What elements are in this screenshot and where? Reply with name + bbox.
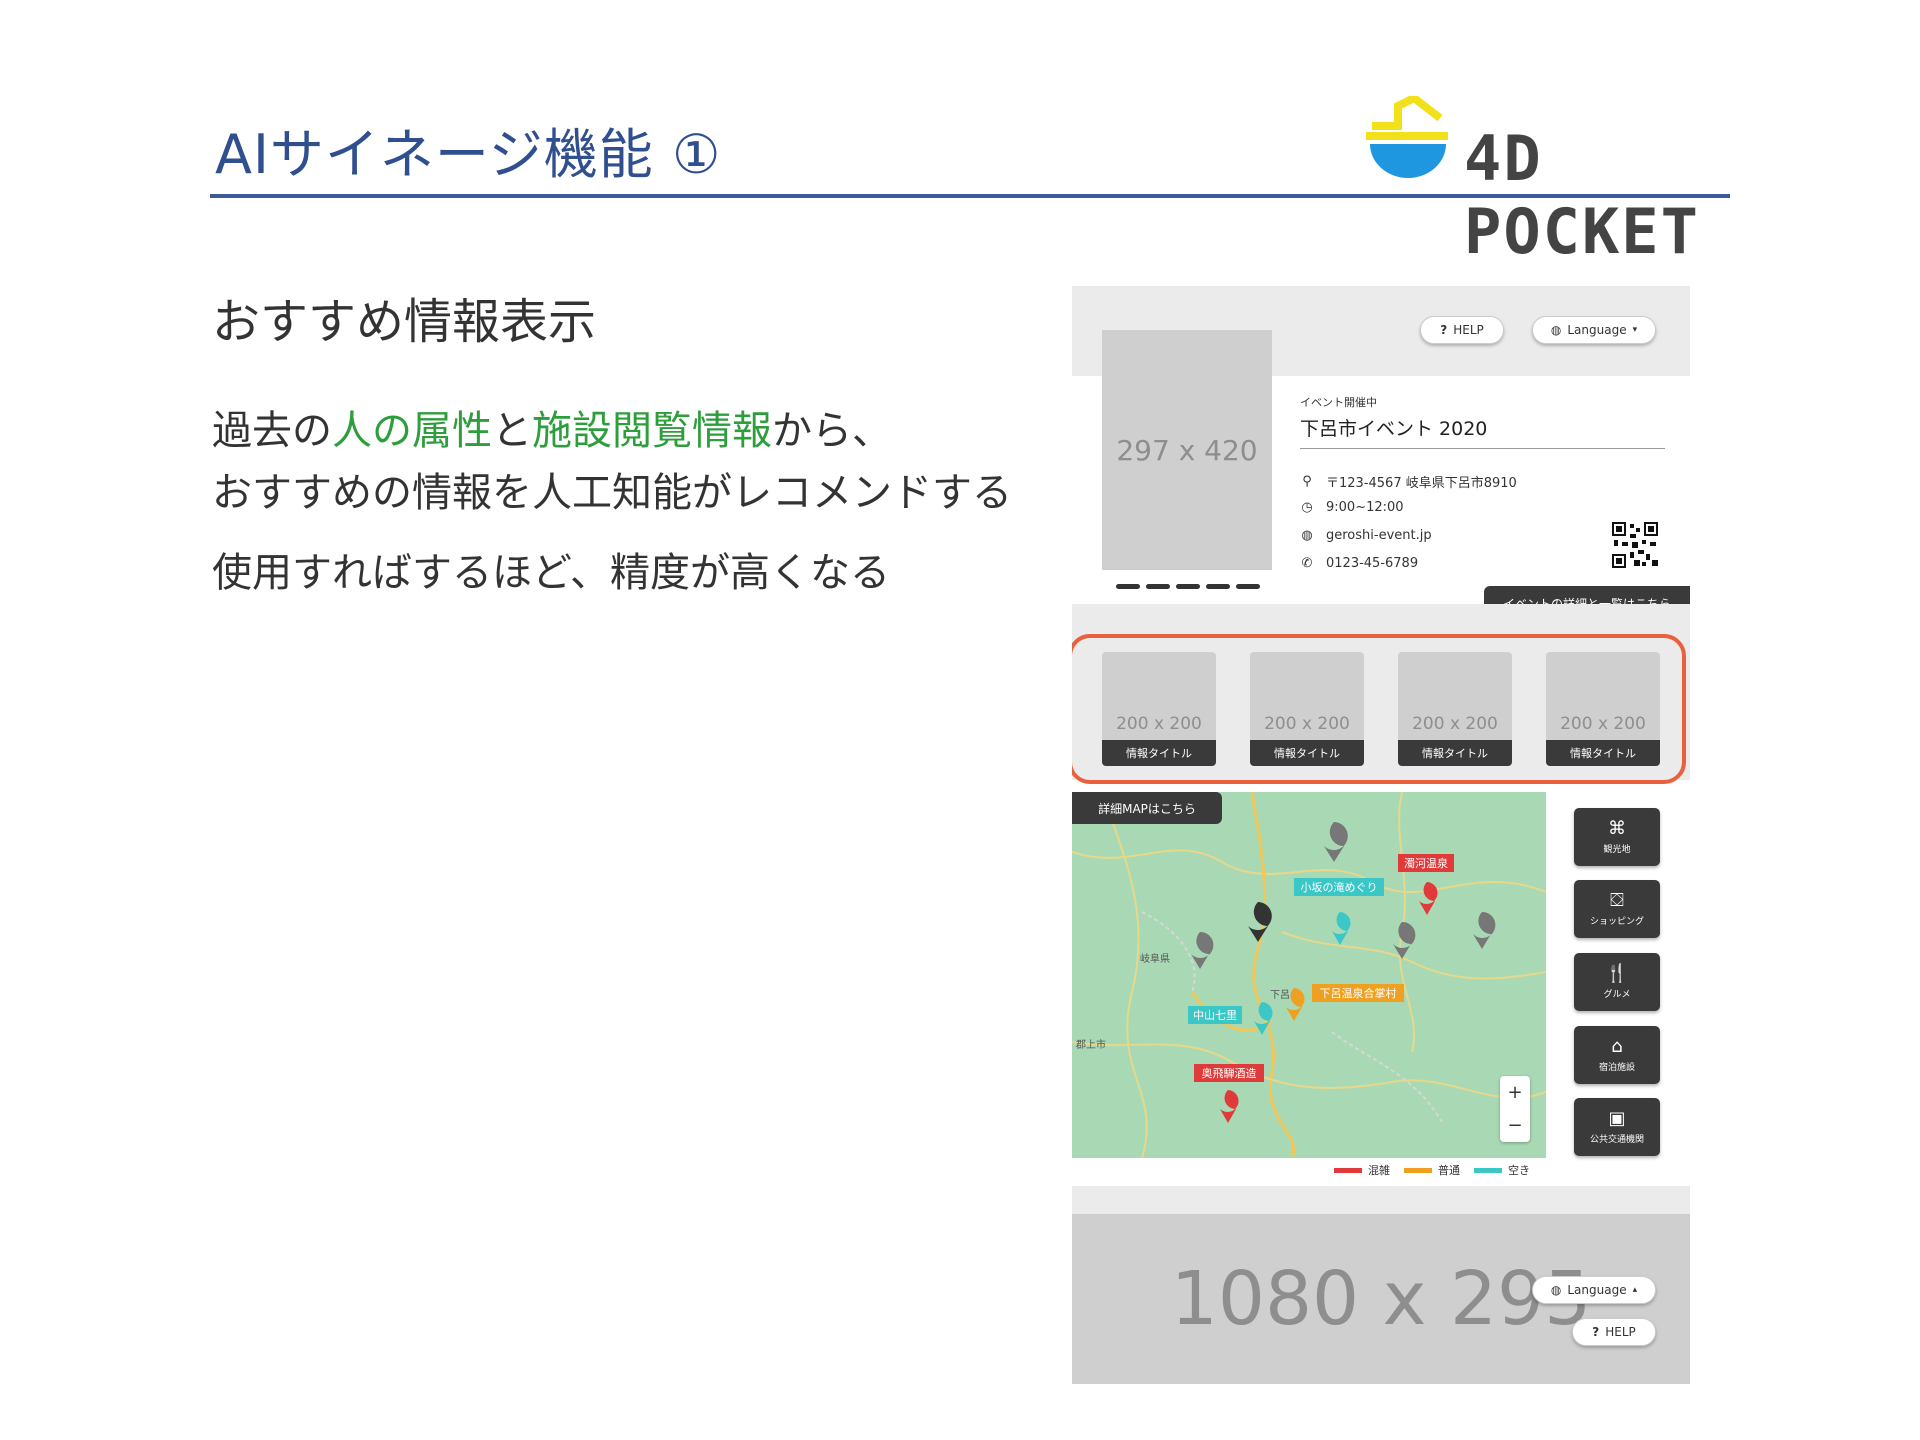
highlight-browsing: 施設閲覧情報	[532, 408, 772, 454]
map-place-gifu: 岐阜県	[1140, 952, 1170, 965]
carousel-dot[interactable]	[1206, 584, 1230, 589]
slide-title: AIサイネージ機能 ①	[215, 123, 722, 186]
category-transit-button[interactable]: ▣ 公共交通機関	[1574, 1098, 1660, 1156]
category-lodging-button[interactable]: ⌂ 宿泊施設	[1574, 1026, 1660, 1084]
carousel-dot[interactable]	[1176, 584, 1200, 589]
carousel-indicators	[1116, 584, 1260, 589]
footer-help-button[interactable]: ? HELP	[1572, 1318, 1656, 1346]
help-button[interactable]: ? HELP	[1420, 316, 1504, 344]
map-icon: ⌘	[1608, 817, 1626, 839]
map-label-kosaka[interactable]: 小坂の滝めぐり	[1301, 881, 1378, 894]
logo-wordmark: 4D POCKET	[1464, 122, 1700, 268]
phone-icon: ✆	[1301, 556, 1313, 571]
category-shopping-button[interactable]: ⛋ ショッピング	[1574, 880, 1660, 938]
category-label: 宿泊施設	[1598, 1062, 1635, 1073]
hours-text: 9:00~12:00	[1326, 500, 1404, 515]
category-label: 観光地	[1603, 844, 1631, 855]
text-segment: から、	[772, 408, 892, 454]
spacer-band	[1072, 1186, 1690, 1214]
cutlery-icon: 🍴	[1605, 962, 1629, 984]
legend-label: 混雑	[1368, 1164, 1390, 1177]
globe-icon: ◍	[1550, 323, 1562, 337]
event-address: ⚲ 〒123-4567 岐阜県下呂市8910	[1300, 472, 1517, 491]
event-divider	[1300, 448, 1665, 449]
category-label: 公共交通機関	[1589, 1134, 1644, 1145]
event-poster[interactable]: 297 x 420	[1102, 330, 1272, 570]
highlight-attributes: 人の属性	[332, 408, 492, 454]
globe-icon: ◍	[1550, 1283, 1562, 1297]
carousel-dot[interactable]	[1146, 584, 1170, 589]
carousel-dot[interactable]	[1236, 584, 1260, 589]
zoom-out-button[interactable]: −	[1507, 1115, 1522, 1136]
qr-code-icon	[1612, 522, 1658, 568]
website-text: geroshi-event.jp	[1326, 528, 1432, 543]
event-hours: ◷ 9:00~12:00	[1300, 500, 1404, 515]
legend-swatch	[1334, 1167, 1362, 1173]
question-icon: ?	[1592, 1325, 1600, 1339]
map-label-okuhida[interactable]: 奥飛騨酒造	[1202, 1066, 1257, 1080]
area-map[interactable]: 濁河温泉 小坂の滝めぐり 下呂温泉合掌村 中山七里 奥飛騨酒造 岐阜県 郡上市 …	[1072, 792, 1546, 1158]
detail-map-button[interactable]: 詳細MAPはこちら	[1072, 792, 1222, 824]
globe-icon: ◍	[1301, 528, 1313, 543]
signage-mockup: ? HELP ◍ Language ▾ 297 x 420 イベント開催中 下呂…	[1072, 286, 1690, 1384]
map-label-nakayama[interactable]: 中山七里	[1193, 1009, 1237, 1022]
map-canvas: 濁河温泉 小坂の滝めぐり 下呂温泉合掌村 中山七里 奥飛騨酒造 岐阜県 郡上市 …	[1072, 792, 1546, 1158]
pin-icon: ⚲	[1302, 474, 1312, 489]
language-label: Language	[1567, 323, 1627, 337]
carousel-dot[interactable]	[1116, 584, 1140, 589]
map-zoom-control: + −	[1500, 1076, 1530, 1142]
question-icon: ?	[1440, 323, 1448, 337]
help-label: HELP	[1453, 323, 1484, 337]
language-button[interactable]: ◍ Language ▾	[1532, 316, 1656, 344]
legend-label: 普通	[1438, 1164, 1460, 1177]
chevron-down-icon: ▾	[1632, 325, 1638, 335]
legend-item-vacant: 空き	[1474, 1162, 1530, 1178]
legend-swatch	[1404, 1167, 1432, 1173]
footer-language-button[interactable]: ◍ Language ▴	[1532, 1276, 1656, 1304]
event-phone: ✆ 0123-45-6789	[1300, 556, 1419, 571]
map-place-gero: 下呂	[1270, 989, 1290, 1001]
congestion-legend: 混雑 普通 空き	[1334, 1162, 1530, 1178]
map-place-gujo: 郡上市	[1076, 1038, 1106, 1051]
legend-label: 空き	[1508, 1164, 1530, 1177]
clock-icon: ◷	[1301, 500, 1313, 515]
legend-swatch	[1474, 1167, 1502, 1173]
description-line-3: 使用すればするほど、精度が高くなる	[212, 550, 890, 596]
text-segment: と	[492, 408, 532, 454]
zoom-in-button[interactable]: +	[1507, 1082, 1522, 1103]
phone-text: 0123-45-6789	[1326, 556, 1419, 571]
map-label-kogawa[interactable]: 濁河温泉	[1404, 856, 1448, 870]
event-website[interactable]: ◍ geroshi-event.jp	[1300, 528, 1432, 543]
category-label: ショッピング	[1589, 916, 1644, 927]
bed-icon: ⌂	[1611, 1035, 1623, 1057]
section-subheading: おすすめ情報表示	[212, 294, 597, 350]
category-sightseeing-button[interactable]: ⌘ 観光地	[1574, 808, 1660, 866]
legend-item-crowded: 混雑	[1334, 1162, 1390, 1178]
address-text: 〒123-4567 岐阜県下呂市8910	[1326, 476, 1517, 491]
category-gourmet-button[interactable]: 🍴 グルメ	[1574, 953, 1660, 1011]
train-icon: ▣	[1608, 1107, 1626, 1129]
text-segment: 過去の	[212, 408, 332, 454]
chevron-up-icon: ▴	[1632, 1285, 1638, 1295]
category-label: グルメ	[1603, 989, 1631, 1000]
help-label: HELP	[1605, 1325, 1636, 1339]
description-line-2: おすすめの情報を人工知能がレコメンドする	[212, 470, 1012, 516]
language-label: Language	[1567, 1283, 1627, 1297]
event-status: イベント開催中	[1300, 396, 1377, 409]
brand-logo: 4D POCKET	[1362, 93, 1742, 268]
description-line-1: 過去の人の属性と施設閲覧情報から、	[212, 398, 892, 456]
event-title: 下呂市イベント 2020	[1300, 418, 1488, 440]
bowl-logo-icon	[1366, 93, 1448, 178]
legend-item-normal: 普通	[1404, 1162, 1460, 1178]
map-label-gero[interactable]: 下呂温泉合掌村	[1320, 986, 1397, 1000]
basket-icon: ⛋	[1610, 889, 1624, 911]
recommendation-highlight-outline	[1072, 634, 1686, 784]
